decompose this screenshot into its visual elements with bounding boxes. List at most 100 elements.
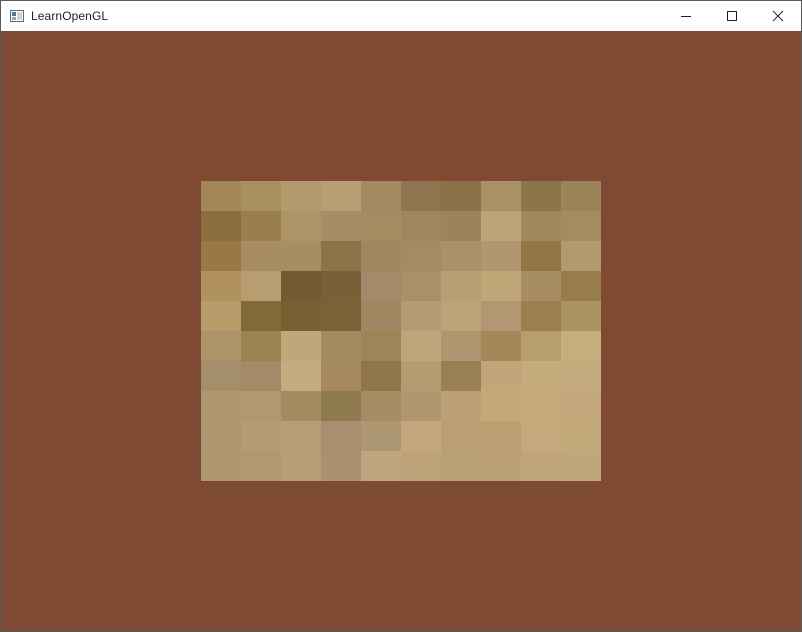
texture-tile	[481, 421, 521, 451]
texture-tile	[481, 361, 521, 391]
texture-tile	[521, 211, 561, 241]
texture-tile	[321, 361, 361, 391]
texture-tile	[521, 361, 561, 391]
texture-tile	[401, 331, 441, 361]
texture-tile	[321, 211, 361, 241]
texture-tile	[401, 361, 441, 391]
maximize-button[interactable]	[709, 1, 755, 31]
texture-tile	[481, 181, 521, 211]
minimize-button[interactable]	[663, 1, 709, 31]
texture-tile	[281, 421, 321, 451]
texture-tile	[201, 181, 241, 211]
texture-tile	[241, 211, 281, 241]
texture-tile	[441, 241, 481, 271]
texture-tile	[481, 241, 521, 271]
texture-tile	[281, 391, 321, 421]
texture-tile	[521, 181, 561, 211]
texture-tile	[281, 271, 321, 301]
texture-tile	[321, 391, 361, 421]
texture-tile	[481, 391, 521, 421]
texture-tile	[201, 271, 241, 301]
texture-tile	[361, 421, 401, 451]
texture-tile	[361, 391, 401, 421]
texture-tile	[441, 421, 481, 451]
texture-tile	[321, 421, 361, 451]
texture-tile	[281, 331, 321, 361]
texture-tile	[201, 451, 241, 481]
title-bar[interactable]: LearnOpenGL	[1, 1, 801, 31]
texture-tile	[441, 301, 481, 331]
texture-tile	[361, 361, 401, 391]
texture-tile	[321, 241, 361, 271]
texture-tile	[241, 361, 281, 391]
texture-tile	[281, 181, 321, 211]
texture-tile	[561, 451, 601, 481]
close-icon	[772, 10, 784, 22]
texture-tile	[321, 181, 361, 211]
texture-tile	[521, 421, 561, 451]
texture-tile	[561, 391, 601, 421]
texture-tile	[281, 241, 321, 271]
opengl-viewport[interactable]	[1, 31, 801, 631]
minimize-icon	[680, 10, 692, 22]
texture-tile	[481, 271, 521, 301]
texture-tile	[441, 331, 481, 361]
texture-tile	[321, 301, 361, 331]
texture-tile	[521, 451, 561, 481]
texture-tile	[481, 451, 521, 481]
texture-tile	[321, 451, 361, 481]
texture-tile	[361, 241, 401, 271]
texture-tile	[521, 391, 561, 421]
texture-tile	[281, 301, 321, 331]
texture-tile	[201, 241, 241, 271]
texture-tile	[441, 181, 481, 211]
texture-tile	[521, 241, 561, 271]
texture-tile	[441, 361, 481, 391]
texture-tile	[281, 451, 321, 481]
texture-tile	[401, 211, 441, 241]
texture-tile	[521, 301, 561, 331]
texture-tile	[441, 211, 481, 241]
texture-tile	[561, 181, 601, 211]
texture-tile	[561, 241, 601, 271]
texture-tile	[241, 451, 281, 481]
texture-tile	[401, 301, 441, 331]
texture-tile	[241, 391, 281, 421]
maximize-icon	[726, 10, 738, 22]
opengl-window-icon	[10, 9, 24, 22]
texture-tile	[361, 331, 401, 361]
texture-tile	[201, 361, 241, 391]
texture-tile	[401, 451, 441, 481]
texture-tile	[361, 181, 401, 211]
texture-tile	[441, 391, 481, 421]
textured-quad	[201, 181, 601, 481]
texture-tile	[361, 211, 401, 241]
texture-tile	[441, 451, 481, 481]
texture-tile	[241, 421, 281, 451]
texture-tile	[361, 451, 401, 481]
texture-tile	[201, 331, 241, 361]
texture-tile	[241, 271, 281, 301]
window-title: LearnOpenGL	[31, 9, 109, 23]
texture-tile	[481, 301, 521, 331]
texture-tile	[561, 361, 601, 391]
texture-tile	[481, 211, 521, 241]
texture-tile	[361, 301, 401, 331]
texture-tile	[241, 301, 281, 331]
close-button[interactable]	[755, 1, 801, 31]
texture-tile	[201, 211, 241, 241]
texture-tile	[521, 271, 561, 301]
texture-tile	[481, 331, 521, 361]
texture-tile	[401, 391, 441, 421]
texture-tile	[561, 301, 601, 331]
texture-tile	[561, 331, 601, 361]
texture-tile	[441, 271, 481, 301]
texture-tile	[401, 181, 441, 211]
texture-tile	[321, 271, 361, 301]
texture-tile	[561, 421, 601, 451]
texture-tile	[241, 241, 281, 271]
texture-tile	[241, 181, 281, 211]
texture-tile	[281, 211, 321, 241]
texture-tile	[561, 271, 601, 301]
texture-tile	[321, 331, 361, 361]
